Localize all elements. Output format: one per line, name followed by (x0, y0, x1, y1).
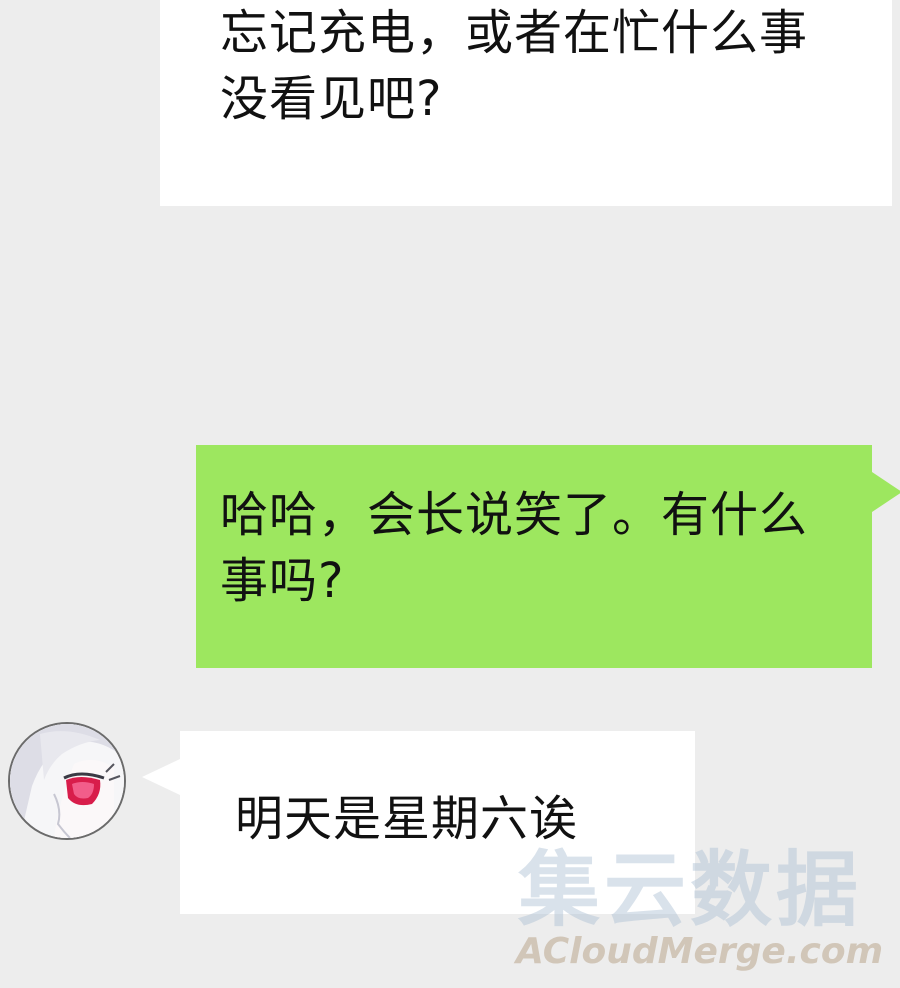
outgoing-message-bubble[interactable]: 哈哈，会长说笑了。有什么事吗? (196, 445, 900, 668)
chat-screen: { "messages": [ { "sender": "contact", "… (0, 0, 900, 988)
incoming-message-bubble[interactable]: 忘记充电，或者在忙什么事没看见吧? (160, 0, 892, 206)
white-haired-character-avatar-icon (10, 724, 124, 838)
bubble-tail (872, 472, 900, 512)
bubble-tail (142, 759, 180, 795)
contact-avatar[interactable] (8, 722, 126, 840)
message-text: 忘记充电，或者在忙什么事没看见吧? (220, 5, 809, 128)
watermark-url: ACloudMerge.com (516, 931, 884, 972)
incoming-message-bubble[interactable]: 明天是星期六诶 (142, 731, 695, 914)
message-text: 明天是星期六诶 (235, 791, 579, 847)
message-text: 哈哈，会长说笑了。有什么事吗? (220, 487, 809, 610)
